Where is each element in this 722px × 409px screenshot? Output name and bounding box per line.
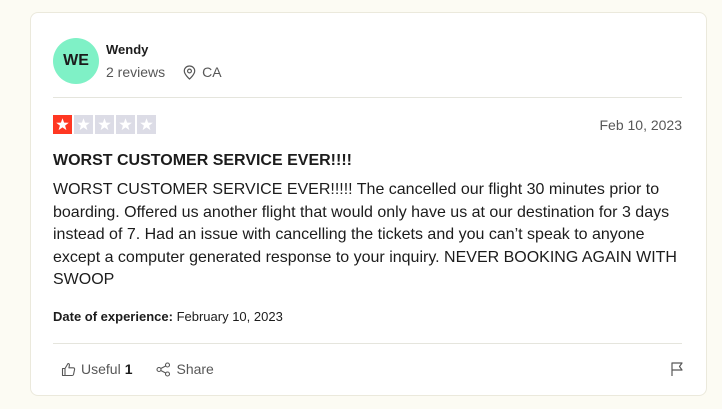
share-label: Share [176,361,214,377]
star-icon [119,118,132,131]
reviewer-header: WE Wendy 2 reviews CA [53,38,222,84]
reviewer-meta: 2 reviews CA [106,64,222,80]
flag-icon [671,362,683,376]
star-empty [116,115,135,134]
report-button[interactable] [670,361,684,382]
footer-divider [53,343,682,344]
reviewer-location: CA [183,64,222,80]
star-rating [53,115,158,134]
review-actions: Useful 1 Share [61,361,238,377]
share-icon [156,361,171,377]
location-pin-icon [183,64,196,80]
useful-count: 1 [124,361,133,377]
avatar[interactable]: WE [53,38,99,84]
review-count: 2 reviews [106,64,166,80]
star-icon [56,118,69,131]
thumbs-up-icon [61,362,76,376]
date-of-experience: Date of experience: February 10, 2023 [53,309,283,324]
star-icon [98,118,111,131]
star-icon [77,118,90,131]
experience-label: Date of experience: [53,309,173,324]
share-button[interactable]: Share [156,361,214,377]
useful-button[interactable]: Useful 1 [61,361,132,377]
star-empty [137,115,156,134]
location-text: CA [202,64,222,80]
reviewer-info: Wendy 2 reviews CA [106,42,222,80]
header-divider [53,97,682,98]
review-body: WORST CUSTOMER SERVICE EVER!!!!! The can… [53,181,677,288]
star-icon [140,118,153,131]
review-date: Feb 10, 2023 [599,117,682,133]
star-empty [74,115,93,134]
reviewer-name[interactable]: Wendy [106,42,222,58]
review-title[interactable]: WORST CUSTOMER SERVICE EVER!!!! [53,152,352,170]
useful-label: Useful [81,361,121,377]
star-empty [95,115,114,134]
review-card: WE Wendy 2 reviews CA Feb 10, 2023 WORST… [30,12,707,396]
experience-date: February 10, 2023 [176,309,283,324]
star-filled [53,115,72,134]
